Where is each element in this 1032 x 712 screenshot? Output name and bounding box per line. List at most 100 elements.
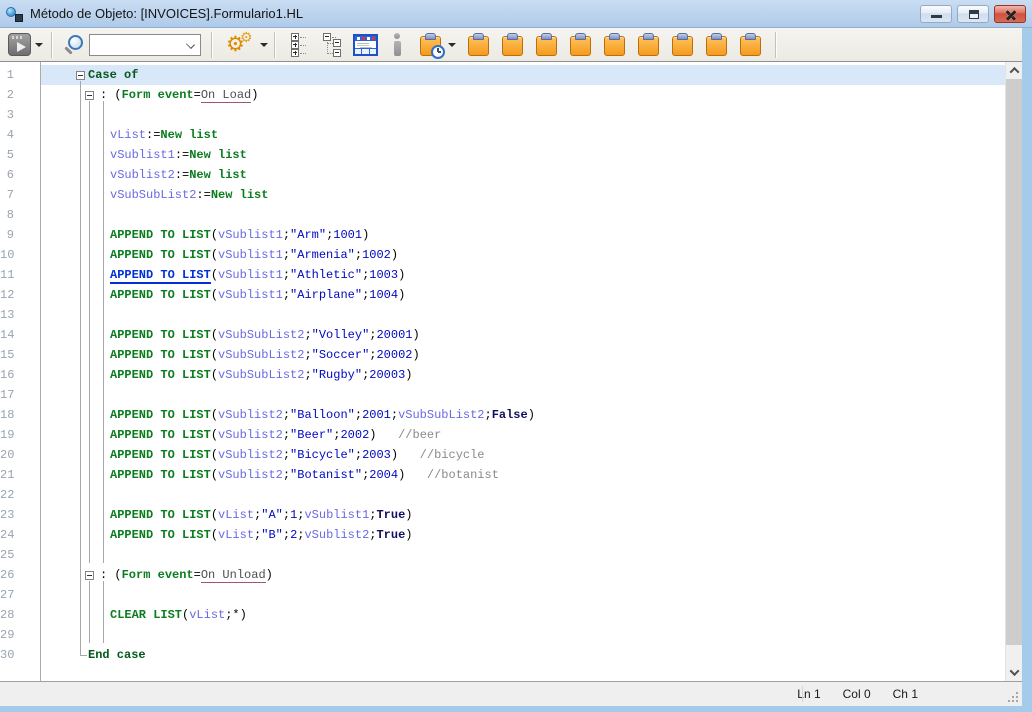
method-editor-window: Método de Objeto: [INVOICES].Formulario1… [0,0,1032,712]
code-line-11[interactable]: 11APPEND TO LIST(vSublist1;"Athletic";10… [0,265,1005,285]
toolbar-separator [211,32,212,58]
clipboard-9-button[interactable] [740,33,761,57]
code-line-14[interactable]: 14APPEND TO LIST(vSubSubList2;"Volley";2… [0,325,1005,345]
code-line-6[interactable]: 6vSublist2:=New list [0,165,1005,185]
search-combobox[interactable] [89,34,201,56]
line-number: 1 [0,68,14,82]
collapse-all-button[interactable] [323,33,343,57]
code-line-18[interactable]: 18APPEND TO LIST(vSublist2;"Balloon";200… [0,405,1005,425]
run-dropdown-arrow-icon[interactable] [35,43,43,47]
clipboard-8-button[interactable] [706,33,727,57]
code-line-29[interactable]: 29 [0,625,1005,645]
code-line-3[interactable]: 3 [0,105,1005,125]
line-number: 27 [0,588,14,602]
clipboard-6-button[interactable] [638,33,659,57]
restore-button[interactable] [957,5,989,23]
code-line-30[interactable]: 30End case [0,645,1005,665]
macros-clipboard-icon [420,33,441,57]
code-line-20[interactable]: 20APPEND TO LIST(vSublist2;"Bicycle";200… [0,445,1005,465]
fold-toggle-line-1[interactable] [76,71,85,80]
status-line: Ln 1 [797,687,820,701]
line-number: 20 [0,448,14,462]
line-number: 8 [0,208,14,222]
code-line-10[interactable]: 10APPEND TO LIST(vSublist1;"Armenia";100… [0,245,1005,265]
fold-toggle-line-2[interactable] [85,91,94,100]
editor-area: 1Case of2: (Form event=On Load)34vList:=… [0,62,1022,681]
code-line-5[interactable]: 5vSublist1:=New list [0,145,1005,165]
code-line-23[interactable]: 23APPEND TO LIST(vList;"A";1;vSublist1;T… [0,505,1005,525]
object-method-icon [6,6,23,22]
code-line-26[interactable]: 26: (Form event=On Unload) [0,565,1005,585]
line-number: 4 [0,128,14,142]
code-line-1[interactable]: 1Case of [0,65,1005,85]
code-line-17[interactable]: 17 [0,385,1005,405]
macros-button[interactable] [420,33,456,57]
code-line-16[interactable]: 16APPEND TO LIST(vSubSubList2;"Rugby";20… [0,365,1005,385]
code-line-25[interactable]: 25 [0,545,1005,565]
code-line-13[interactable]: 13 [0,305,1005,325]
clipboard-7-button[interactable] [672,33,693,57]
line-number: 15 [0,348,14,362]
method-info-button[interactable] [392,33,402,57]
minimize-button[interactable] [920,5,952,23]
toolbar-separator [51,32,52,58]
code-line-12[interactable]: 12APPEND TO LIST(vSublist1;"Airplane";10… [0,285,1005,305]
line-number: 26 [0,568,14,582]
toolbar-separator [775,32,776,58]
status-column: Col 0 [843,687,871,701]
chevron-down-icon[interactable] [186,40,195,49]
gutter-separator [40,62,41,681]
clipboard-4-button[interactable] [570,33,591,57]
code-line-4[interactable]: 4vList:=New list [0,125,1005,145]
line-number: 21 [0,468,14,482]
scrollbar-thumb[interactable] [1006,79,1022,645]
code-line-2[interactable]: 2: (Form event=On Load) [0,85,1005,105]
line-number: 17 [0,388,14,402]
gears-icon: ⚙⚙ [226,32,256,58]
code-line-19[interactable]: 19APPEND TO LIST(vSublist2;"Beer";2002) … [0,425,1005,445]
expand-all-button[interactable] [291,33,311,57]
info-icon [392,33,402,57]
code-line-9[interactable]: 9APPEND TO LIST(vSublist1;"Arm";1001) [0,225,1005,245]
resize-grip[interactable] [1006,690,1018,702]
scroll-up-arrow-icon[interactable] [1006,62,1022,79]
clipboard-2-button[interactable] [502,33,523,57]
code-line-22[interactable]: 22 [0,485,1005,505]
code-line-8[interactable]: 8 [0,205,1005,225]
expand-all-icon [291,33,311,57]
line-number: 25 [0,548,14,562]
line-number: 29 [0,628,14,642]
search-icon[interactable] [68,35,83,50]
title-bar[interactable]: Método de Objeto: [INVOICES].Formulario1… [0,0,1032,28]
line-number: 12 [0,288,14,302]
macros-dropdown-arrow-icon[interactable] [448,43,456,47]
code-lines: 1Case of2: (Form event=On Load)34vList:=… [0,65,1005,665]
options-dropdown-arrow-icon[interactable] [260,43,268,47]
clipboard-1-button[interactable] [468,33,489,57]
line-number: 16 [0,368,14,382]
code-line-27[interactable]: 27 [0,585,1005,605]
line-number: 22 [0,488,14,502]
line-number: 6 [0,168,14,182]
method-options-button[interactable]: ⚙⚙ [226,32,268,58]
clipboard-5-button[interactable] [604,33,625,57]
code-area[interactable]: 1Case of2: (Form event=On Load)34vList:=… [0,62,1005,681]
code-line-7[interactable]: 7vSubSubList2:=New list [0,185,1005,205]
status-bar: Ln 1 Col 0 Ch 1 [0,681,1022,706]
scroll-down-arrow-icon[interactable] [1006,664,1022,681]
code-line-24[interactable]: 24APPEND TO LIST(vList;"B";2;vSublist2;T… [0,525,1005,545]
clipboard-3-button[interactable] [536,33,557,57]
editor-toolbar: ⚙⚙ [0,28,1022,62]
line-number: 2 [0,88,14,102]
search-group [62,34,201,56]
close-button[interactable] [994,5,1026,23]
goto-form-button[interactable] [353,34,378,56]
run-method-button[interactable] [8,33,43,56]
code-line-28[interactable]: 28CLEAR LIST(vList;*) [0,605,1005,625]
vertical-scrollbar[interactable] [1005,62,1022,681]
code-line-15[interactable]: 15APPEND TO LIST(vSubSubList2;"Soccer";2… [0,345,1005,365]
fold-toggle-line-26[interactable] [85,571,94,580]
line-number: 9 [0,228,14,242]
line-number: 7 [0,188,14,202]
code-line-21[interactable]: 21APPEND TO LIST(vSublist2;"Botanist";20… [0,465,1005,485]
